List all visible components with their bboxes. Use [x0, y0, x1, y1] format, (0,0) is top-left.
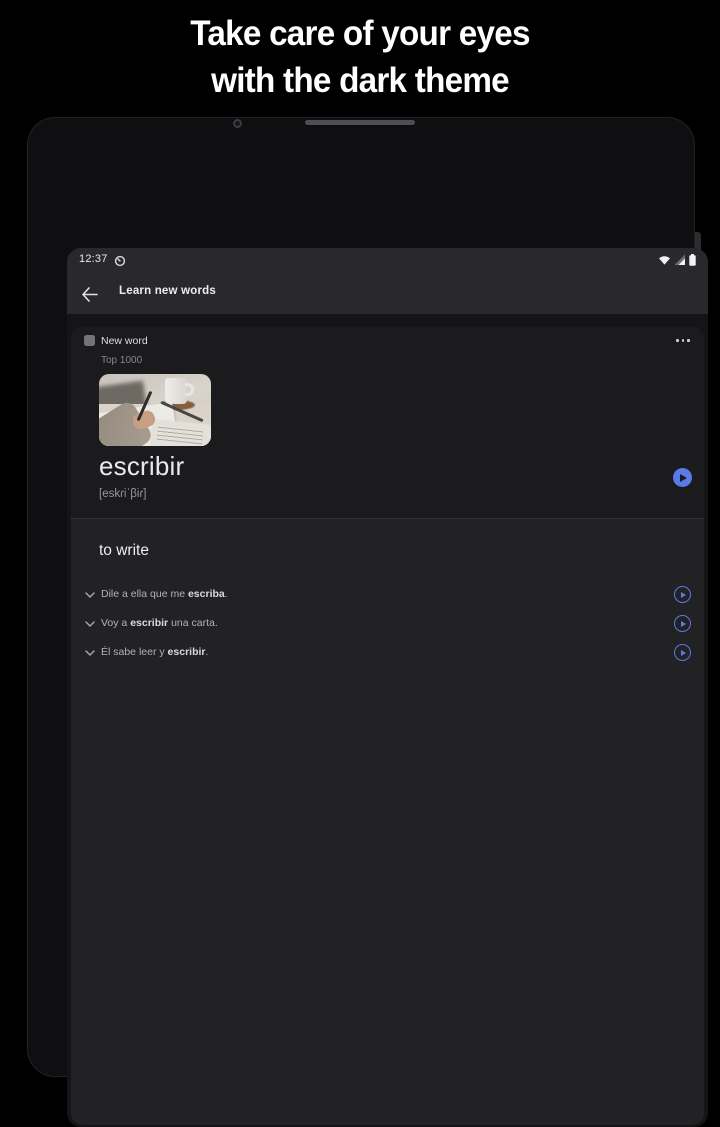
- front-camera: [233, 119, 242, 128]
- expand-button[interactable]: [83, 589, 97, 601]
- tablet-frame: 12:37 Learn new words New word Top 1000 …: [27, 117, 708, 1127]
- notification-circle-icon: [114, 254, 126, 267]
- example-suffix: una carta.: [168, 617, 218, 629]
- example-row: Voy a escribir una carta.: [71, 614, 704, 634]
- speaker-grille: [305, 120, 415, 125]
- promo-headline-line1: Take care of your eyes: [190, 14, 530, 53]
- play-icon: [680, 591, 686, 598]
- example-row: Dile a ella que me escriba.: [71, 585, 704, 605]
- cell-signal-icon: [674, 254, 685, 265]
- arrow-left-icon: [81, 286, 98, 302]
- example-sentence: Voy a escribir una carta.: [101, 617, 218, 629]
- example-sentence: Dile a ella que me escriba.: [101, 588, 228, 600]
- expand-button[interactable]: [83, 647, 97, 659]
- example-highlight: escriba: [187, 588, 225, 600]
- example-suffix: .: [205, 646, 209, 658]
- example-suffix: .: [224, 588, 228, 600]
- example-play-button[interactable]: [674, 644, 691, 661]
- status-time: 12:37: [79, 253, 108, 265]
- collection-label: Top 1000: [101, 355, 143, 366]
- word-text: escribir: [99, 451, 185, 481]
- chevron-down-icon: [85, 621, 95, 627]
- chevron-down-icon: [85, 650, 95, 656]
- example-highlight: escribir: [130, 617, 169, 629]
- app-bar: Learn new words: [67, 272, 708, 314]
- example-prefix: Dile a ella que me: [101, 588, 188, 600]
- example-prefix: Voy a: [101, 617, 131, 629]
- chevron-down-icon: [85, 592, 95, 598]
- status-icons: [658, 254, 696, 266]
- overflow-menu-icon[interactable]: [674, 333, 692, 348]
- play-icon: [680, 649, 686, 656]
- wifi-icon: [659, 256, 670, 265]
- new-word-label: New word: [101, 335, 148, 347]
- example-play-button[interactable]: [674, 586, 691, 603]
- word-play-button[interactable]: [673, 468, 692, 487]
- word-photo: [99, 374, 211, 446]
- word-translation: to write: [99, 542, 149, 559]
- page-title: Learn new words: [119, 285, 216, 297]
- top-bars: 12:37 Learn new words: [67, 248, 708, 314]
- promo-headline: Take care of your eyes with the dark the…: [18, 10, 702, 104]
- example-play-button[interactable]: [674, 615, 691, 632]
- expand-button[interactable]: [83, 618, 97, 630]
- photo-mug-handle: [185, 383, 194, 396]
- battery-icon: [689, 254, 696, 266]
- back-button[interactable]: [77, 282, 101, 306]
- status-bar: 12:37: [67, 248, 708, 272]
- word-card: New word Top 1000 escribir [eskɾiˈβiɾ] t…: [71, 327, 704, 1125]
- example-row: Él sabe leer y escribir.: [71, 643, 704, 663]
- example-sentence: Él sabe leer y escribir.: [101, 646, 208, 658]
- word-card-top-section: New word Top 1000 escribir [eskɾiˈβiɾ]: [71, 327, 704, 519]
- play-icon: [680, 620, 686, 627]
- device-screen: 12:37 Learn new words New word Top 1000 …: [67, 248, 708, 1127]
- photo-mug: [165, 378, 187, 404]
- example-prefix: Él sabe leer y: [101, 646, 168, 658]
- play-icon: [680, 473, 687, 482]
- word-select-checkbox[interactable]: [84, 335, 95, 346]
- word-transcription: [eskɾiˈβiɾ]: [99, 488, 147, 500]
- example-highlight: escribir: [167, 646, 206, 658]
- promo-headline-line2: with the dark theme: [211, 61, 510, 100]
